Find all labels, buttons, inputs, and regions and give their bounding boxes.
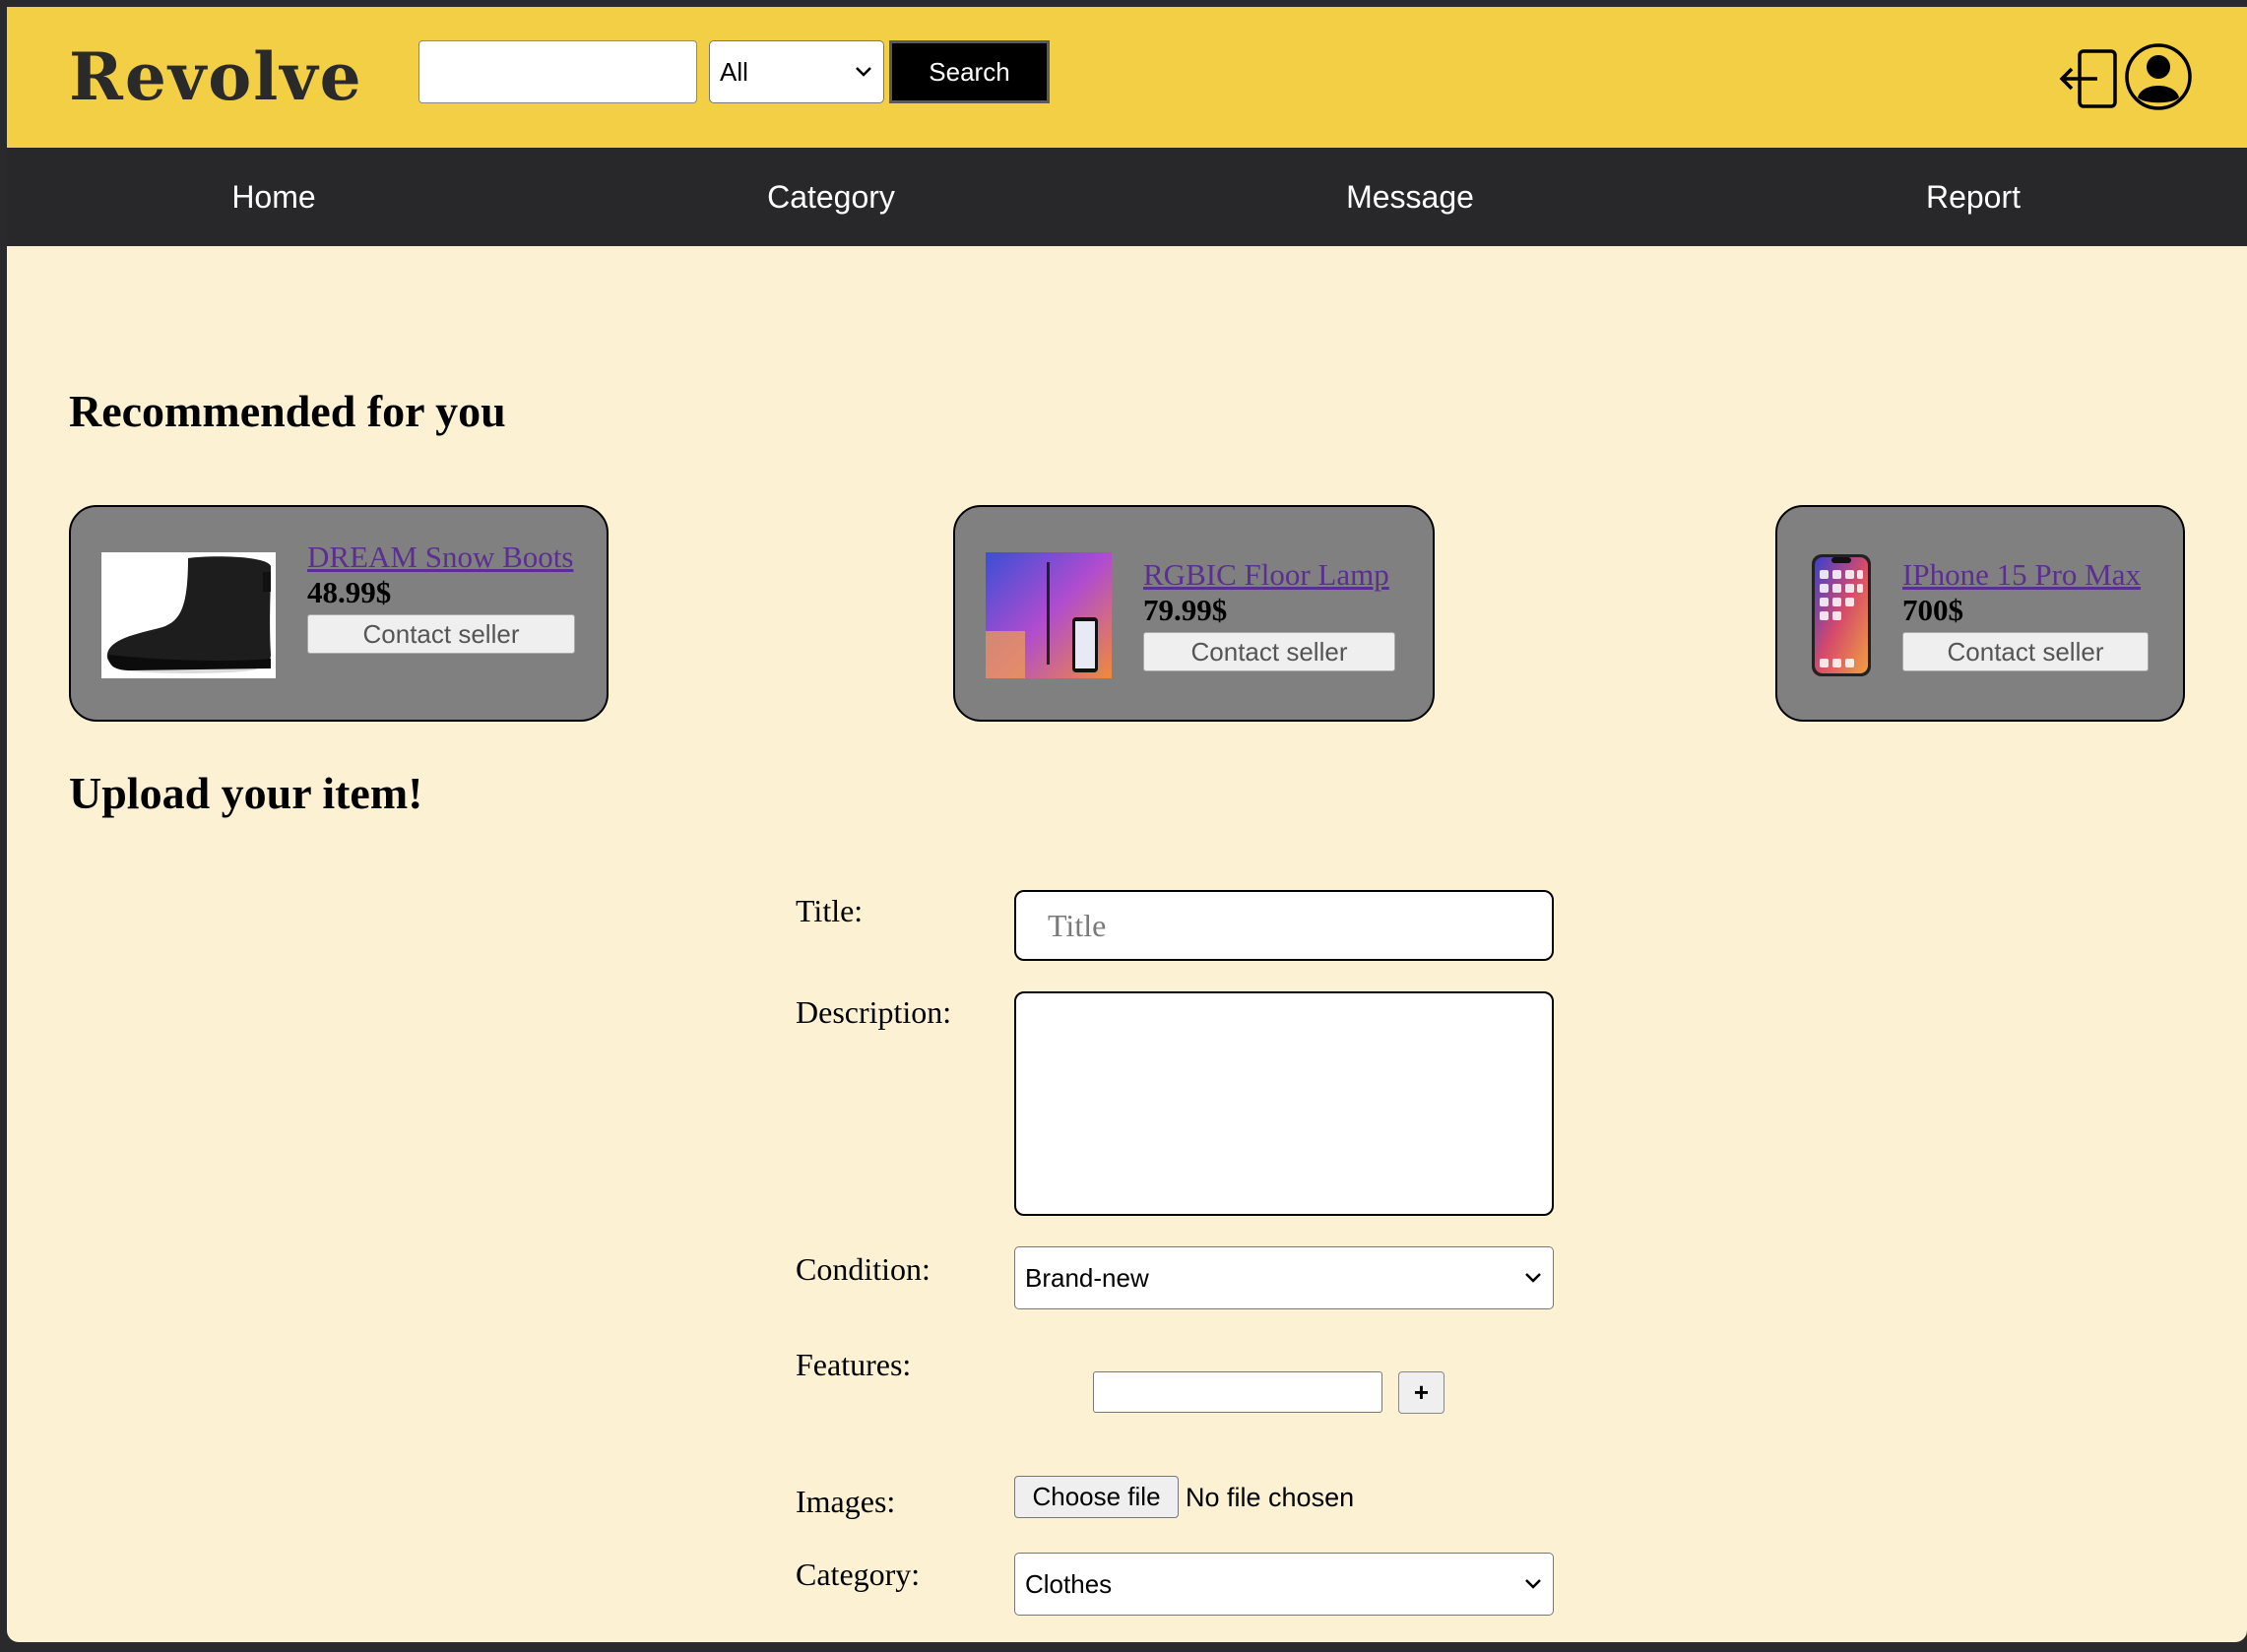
logout-icon[interactable] [2058, 46, 2123, 111]
user-avatar-icon[interactable] [2124, 42, 2193, 111]
add-feature-button[interactable]: + [1398, 1371, 1444, 1414]
search-button[interactable]: Search [889, 40, 1050, 103]
product-price: 48.99$ [307, 575, 392, 609]
product-card: RGBIC Floor Lamp 79.99$ Contact seller [953, 505, 1435, 722]
nav-item-message[interactable]: Message [1346, 148, 1474, 246]
product-image-phone[interactable] [1810, 552, 1873, 678]
category-value: Clothes [1025, 1568, 1113, 1599]
product-price: 700$ [1902, 593, 1963, 627]
condition-label: Condition: [796, 1251, 931, 1287]
nav-item-report[interactable]: Report [1926, 148, 2021, 246]
file-status-text: No file chosen [1186, 1483, 1355, 1512]
nav-item-category[interactable]: Category [767, 148, 895, 246]
header: Revolve All Search [7, 7, 2247, 148]
product-image-boots[interactable] [101, 552, 276, 678]
description-textarea[interactable] [1014, 991, 1554, 1216]
contact-seller-button[interactable]: Contact seller [1143, 632, 1395, 671]
product-image-lamp[interactable] [986, 552, 1112, 678]
product-price: 79.99$ [1143, 593, 1228, 627]
images-label: Images: [796, 1484, 896, 1519]
page: Revolve All Search Home Category Message… [7, 7, 2247, 1642]
title-label: Title: [796, 893, 864, 928]
product-link[interactable]: IPhone 15 Pro Max [1902, 556, 2151, 593]
recommended-heading: Recommended for you [69, 386, 506, 436]
product-card: DREAM Snow Boots 48.99$ Contact seller [69, 505, 609, 722]
category-label: Category: [796, 1557, 921, 1592]
product-card: IPhone 15 Pro Max 700$ Contact seller [1775, 505, 2185, 722]
nav-item-home[interactable]: Home [231, 148, 315, 246]
upload-heading: Upload your item! [69, 768, 423, 818]
chevron-down-icon [856, 67, 871, 77]
product-link[interactable]: DREAM Snow Boots [307, 539, 575, 575]
title-input[interactable]: Title [1014, 890, 1554, 961]
category-select[interactable]: Clothes [1014, 1553, 1554, 1616]
search-category-select[interactable]: All [709, 40, 884, 103]
product-link[interactable]: RGBIC Floor Lamp [1143, 556, 1397, 593]
search-input[interactable] [418, 40, 697, 103]
contact-seller-button[interactable]: Contact seller [1902, 632, 2149, 671]
condition-select[interactable]: Brand-new [1014, 1246, 1554, 1309]
chevron-down-icon [1525, 1273, 1541, 1283]
condition-value: Brand-new [1025, 1262, 1149, 1293]
logo[interactable]: Revolve [69, 38, 363, 115]
chevron-down-icon [1525, 1579, 1541, 1589]
description-label: Description: [796, 994, 952, 1030]
choose-file-button[interactable]: Choose file [1014, 1476, 1179, 1518]
search-category-value: All [720, 56, 748, 87]
main-nav: Home Category Message Report [7, 148, 2247, 246]
feature-input[interactable] [1093, 1371, 1382, 1413]
contact-seller-button[interactable]: Contact seller [307, 614, 575, 654]
features-label: Features: [796, 1347, 912, 1382]
title-placeholder: Title [1048, 907, 1107, 943]
